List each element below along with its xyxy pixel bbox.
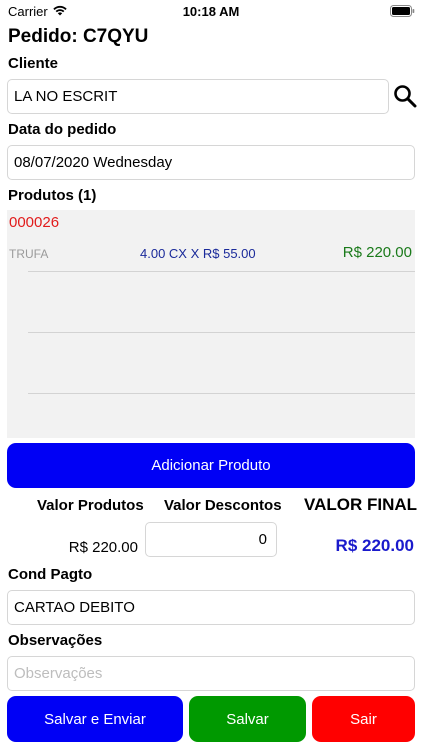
cond-pagto-value: CARTAO DEBITO: [14, 599, 135, 616]
save-and-send-button[interactable]: Salvar e Enviar: [7, 696, 183, 742]
valor-final-value: R$ 220.00: [335, 536, 414, 555]
product-code: 000026: [9, 214, 60, 231]
product-name: TRUFA: [9, 247, 49, 261]
cliente-value: LA NO ESCRIT: [14, 88, 118, 105]
data-pedido-label: Data do pedido: [8, 121, 117, 138]
cliente-field[interactable]: LA NO ESCRIT: [7, 79, 389, 114]
discount-value: 0: [258, 531, 267, 548]
status-bar: Carrier 10:18 AM: [0, 0, 422, 24]
valor-final-label: VALOR FINAL: [304, 495, 418, 514]
list-divider: [28, 332, 415, 333]
status-time: 10:18 AM: [182, 4, 240, 19]
observacoes-label: Observações: [8, 632, 103, 649]
add-product-button[interactable]: Adicionar Produto: [7, 443, 415, 488]
produtos-label: Produtos (1): [8, 187, 97, 204]
list-divider: [28, 271, 415, 272]
cliente-label: Cliente: [8, 55, 59, 72]
cond-pagto-field[interactable]: CARTAO DEBITO: [7, 590, 415, 625]
valor-produtos-value: R$ 220.00: [68, 539, 138, 556]
data-pedido-value: 08/07/2020 Wednesday: [14, 154, 173, 171]
data-pedido-field[interactable]: 08/07/2020 Wednesday: [7, 145, 415, 180]
valor-produtos-label: Valor Produtos: [37, 497, 144, 514]
battery-icon: [390, 5, 415, 17]
search-icon[interactable]: [393, 84, 417, 108]
list-divider: [28, 393, 415, 394]
observacoes-field[interactable]: Observações: [7, 656, 415, 691]
discount-input[interactable]: 0: [145, 522, 277, 557]
product-total: R$ 220.00: [342, 244, 412, 261]
product-quantity: 4.00 CX X R$ 55.00: [140, 246, 256, 261]
valor-descontos-label: Valor Descontos: [164, 497, 282, 514]
exit-button[interactable]: Sair: [312, 696, 415, 742]
page-title: Pedido: C7QYU: [8, 26, 149, 47]
save-button[interactable]: Salvar: [189, 696, 306, 742]
observacoes-placeholder: Observações: [14, 665, 103, 682]
cond-pagto-label: Cond Pagto: [8, 566, 93, 583]
